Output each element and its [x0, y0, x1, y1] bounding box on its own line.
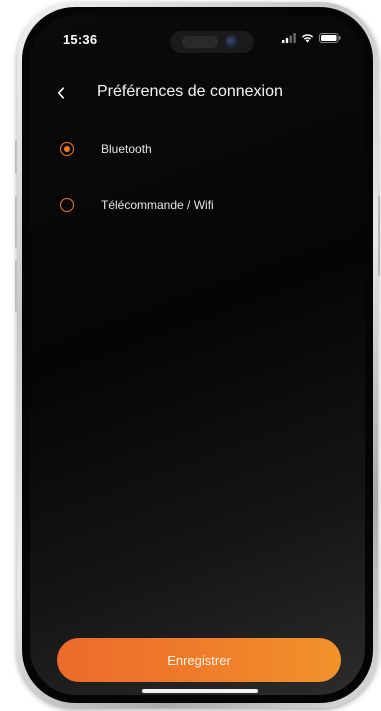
- save-button-label: Enregistrer: [167, 652, 231, 668]
- app-screen: 15:36 Préférences de connexion Bluetooth…: [30, 15, 365, 695]
- radio-unselected-icon[interactable]: [60, 198, 74, 212]
- sensor-icon: [182, 36, 218, 48]
- option-label: Télécommande / Wifi: [101, 198, 214, 212]
- status-icons: [282, 33, 341, 43]
- status-time: 15:36: [63, 32, 98, 47]
- wifi-icon: [301, 34, 314, 43]
- option-bluetooth[interactable]: Bluetooth: [60, 137, 152, 161]
- option-remote-wifi[interactable]: Télécommande / Wifi: [60, 193, 214, 217]
- page-title: Préférences de connexion: [97, 83, 283, 100]
- home-indicator[interactable]: [142, 689, 258, 693]
- back-button[interactable]: [52, 82, 70, 104]
- option-label: Bluetooth: [101, 142, 152, 156]
- device-mockup: 15:36 Préférences de connexion Bluetooth…: [0, 0, 381, 711]
- save-button[interactable]: Enregistrer: [57, 638, 341, 682]
- radio-dot-icon: [64, 146, 70, 152]
- radio-selected-icon[interactable]: [60, 142, 74, 156]
- chevron-left-icon: [58, 87, 64, 99]
- signal-icon: [282, 33, 296, 43]
- camera-icon: [225, 35, 239, 49]
- dynamic-island: [170, 31, 254, 53]
- battery-icon: [319, 33, 341, 43]
